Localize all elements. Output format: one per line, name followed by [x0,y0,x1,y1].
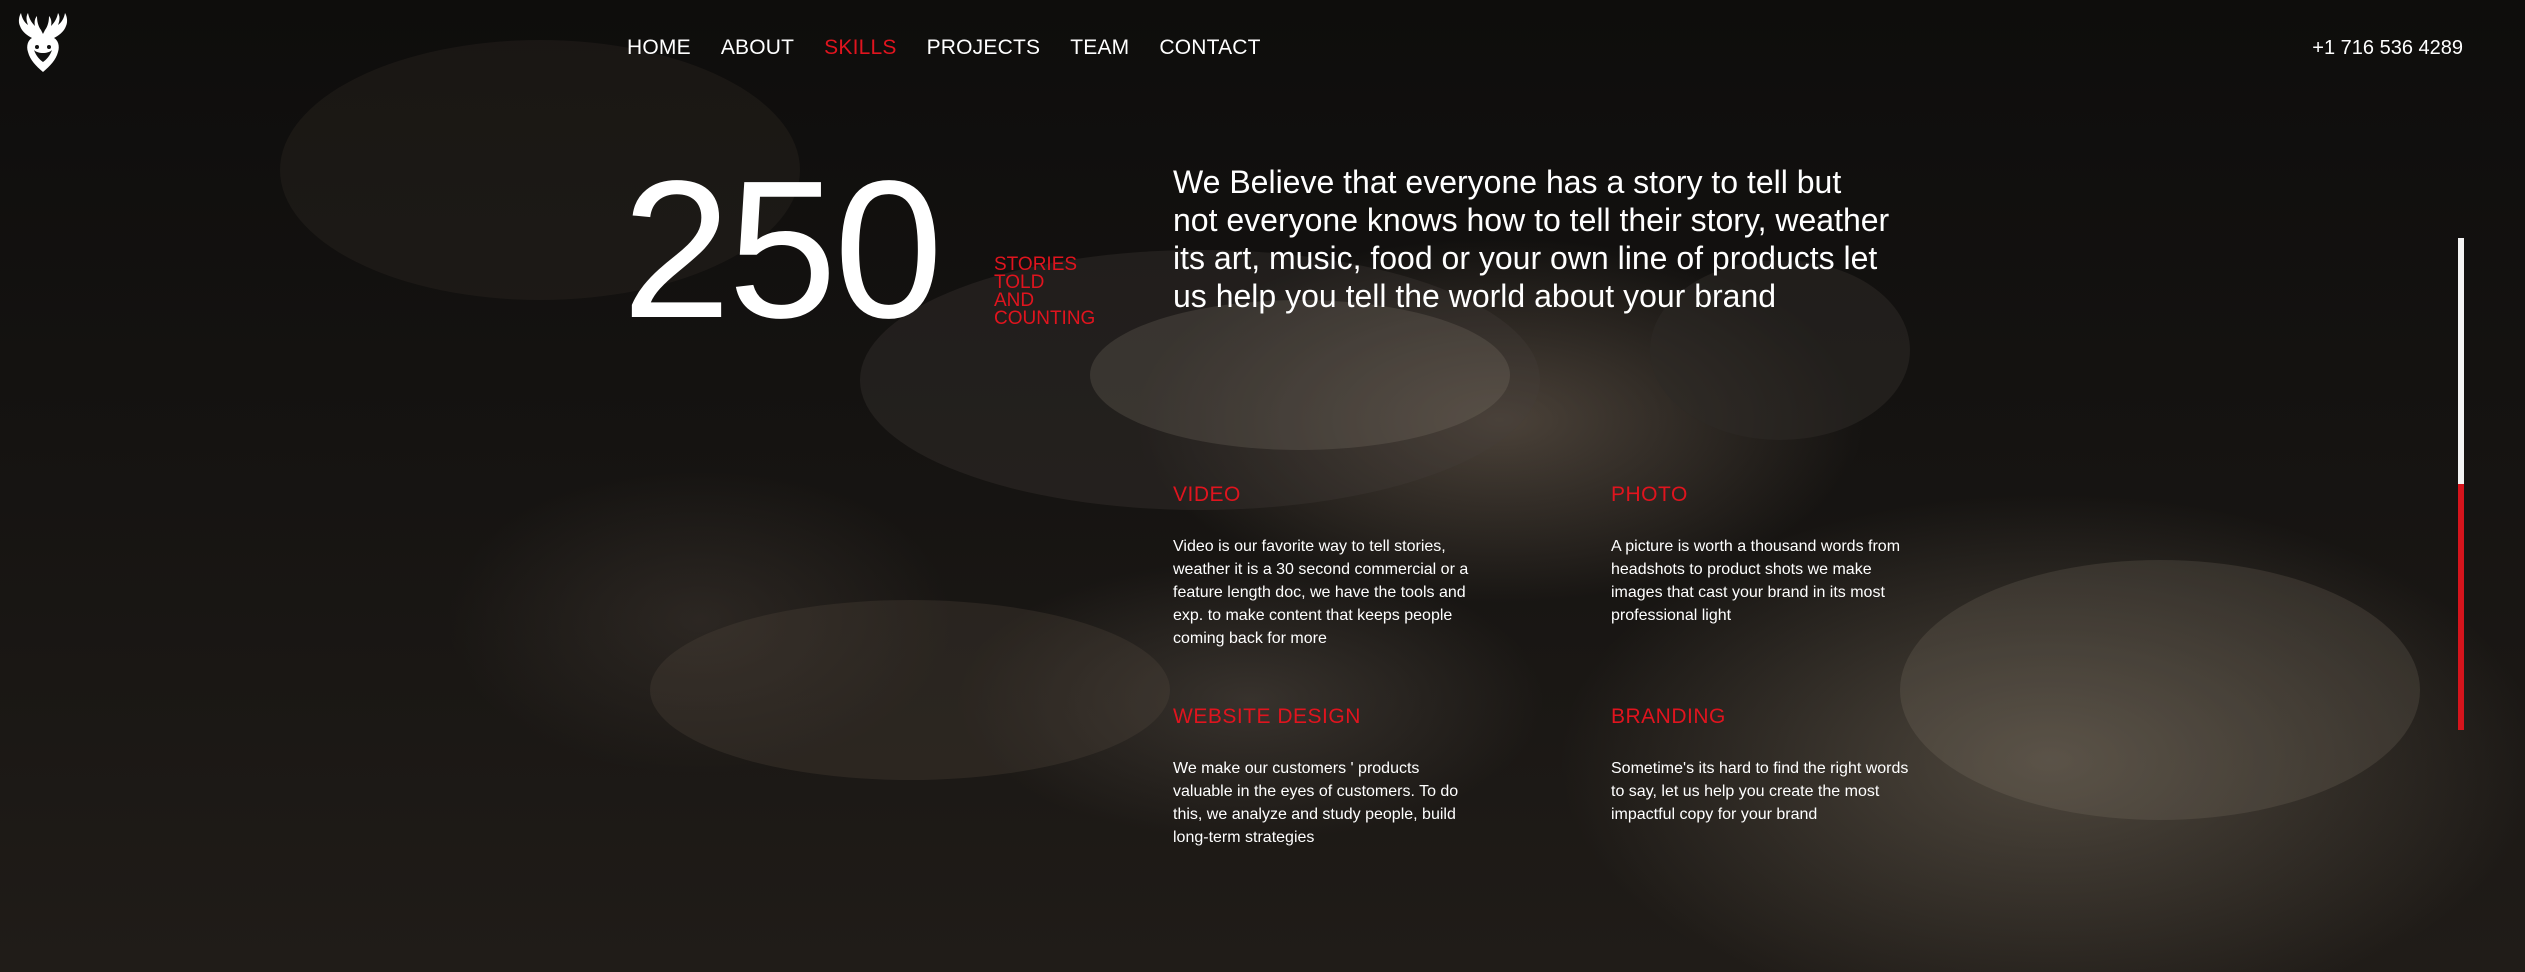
nav-team-link[interactable]: TEAM [1070,36,1129,60]
skill-description: Sometime's its hard to find the right wo… [1611,760,1909,823]
nav-contact-link[interactable]: CONTACT [1159,36,1260,60]
stories-count: 250 [622,140,943,359]
section-scroll-indicator[interactable] [2458,238,2464,730]
skill-title: PHOTO [1611,483,1688,506]
nav-skills-link[interactable]: SKILLS [824,36,896,60]
nav-projects-link[interactable]: PROJECTS [927,36,1041,60]
deer-antler-logo-icon[interactable] [8,10,78,78]
phone-number-link[interactable]: +1 716 536 4289 [2312,36,2463,60]
skill-title: VIDEO [1173,483,1241,506]
nav-about-link[interactable]: ABOUT [721,36,794,60]
stories-caption: STORIES TOLD AND COUNTING [994,255,1114,329]
skill-title: BRANDING [1611,705,1726,728]
skill-description: A picture is worth a thousand words from… [1611,538,1901,624]
scroll-thumb[interactable] [2458,484,2464,730]
skill-photo: PHOTO A picture is worth a thousand word… [1611,483,1921,627]
scroll-track[interactable] [2458,238,2464,484]
nav-home-link[interactable]: HOME [627,36,691,60]
skill-description: Video is our favorite way to tell storie… [1173,538,1469,647]
main-navigation: HOME ABOUT SKILLS PROJECTS TEAM CONTACT [627,36,1291,60]
skill-description: We make our customers ' products valuabl… [1173,760,1459,846]
stories-caption-line: COUNTING [994,308,1096,329]
intro-statement: We Believe that everyone has a story to … [1173,164,1890,314]
skill-branding: BRANDING Sometime's its hard to find the… [1611,705,1921,826]
skill-title: WEBSITE DESIGN [1173,705,1361,728]
skill-video: VIDEO Video is our favorite way to tell … [1173,483,1483,650]
skill-website-design: WEBSITE DESIGN We make our customers ' p… [1173,705,1483,849]
